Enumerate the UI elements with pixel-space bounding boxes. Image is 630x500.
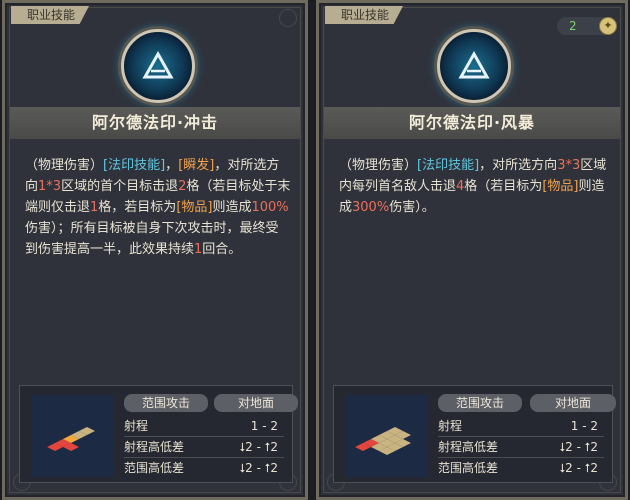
stats-panel: 范围攻击 对地面 射程 1 - 2 射程高低差 ⭣2 - ⭡2 范围高低差 ⭣2… (19, 385, 298, 483)
range-pattern-icon (32, 395, 114, 477)
desc-text: 区域的首个目标击退 (61, 179, 179, 194)
desc-text: 则造成 (212, 200, 252, 215)
stats-panel: 范围攻击 对地面 射程 1 - 2 射程高低差 ⭣2 - ⭡2 范围高低差 ⭣2… (333, 385, 616, 483)
desc-text: （物理伤害） (339, 158, 418, 173)
range-attack-label: 范围攻击 (124, 394, 208, 412)
category-tag: 职业技能 (11, 6, 90, 24)
skill-card-right: 职业技能 2 ✦ 阿尔德法印·风暴 （物理伤害）[法印技能]，对所选方向3*3区… (316, 0, 628, 500)
target-ground-label: 对地面 (530, 394, 616, 412)
desc-highlight: 100% (251, 200, 289, 215)
target-ground-label: 对地面 (214, 394, 298, 412)
stat-row-area-height: 范围高低差 ⭣2 - ⭡2 (124, 461, 278, 475)
desc-highlight: [瞬发] (178, 158, 215, 173)
charge-counter: 2 ✦ (557, 17, 617, 35)
desc-text: 回合。 (202, 242, 242, 257)
range-attack-label: 范围攻击 (438, 394, 522, 412)
range-pattern-icon (346, 395, 428, 477)
desc-text: 格（若目标为 (464, 179, 543, 194)
stat-row-range-height: 射程高低差 ⭣2 - ⭡2 (438, 437, 604, 458)
desc-highlight: 1*3 (38, 179, 62, 194)
charge-count: 2 (569, 19, 577, 33)
desc-text: ， (165, 158, 179, 173)
skill-title: 阿尔德法印·冲击 (10, 107, 300, 139)
desc-highlight: [物品] (176, 200, 213, 215)
skill-description: （物理伤害）[法印技能]，对所选方向3*3区域内每列首名敌人击退4格（若目标为[… (339, 155, 611, 218)
skill-card-left: 职业技能 阿尔德法印·冲击 （物理伤害）[法印技能]，[瞬发]，对所选方向1*3… (2, 0, 308, 500)
desc-text: ，对所选方向 (479, 158, 558, 173)
compass-icon: ✦ (599, 17, 617, 35)
stat-row-range: 射程 1 - 2 (438, 416, 604, 437)
skill-description: （物理伤害）[法印技能]，[瞬发]，对所选方向1*3区域的首个目标击退2格（若目… (25, 155, 291, 260)
desc-highlight: [物品] (542, 179, 579, 194)
desc-text: 伤害）。 (389, 200, 435, 215)
desc-text: （物理伤害） (25, 158, 104, 173)
stat-row-range-height: 射程高低差 ⭣2 - ⭡2 (124, 437, 284, 458)
aard-sign-icon (121, 29, 195, 103)
aard-sign-icon (437, 29, 511, 103)
stat-row-area-height: 范围高低差 ⭣2 - ⭡2 (438, 461, 598, 475)
category-tag: 职业技能 (325, 6, 404, 24)
desc-highlight: 300% (352, 200, 390, 215)
skill-title: 阿尔德法印·风暴 (324, 107, 620, 139)
desc-highlight: [法印技能] (103, 158, 166, 173)
desc-highlight: [法印技能] (417, 158, 480, 173)
corner-ornament-icon (279, 9, 297, 27)
desc-highlight: 3*3 (557, 158, 581, 173)
stat-row-range: 射程 1 - 2 (124, 416, 284, 437)
desc-text: 格，若目标为 (98, 200, 177, 215)
